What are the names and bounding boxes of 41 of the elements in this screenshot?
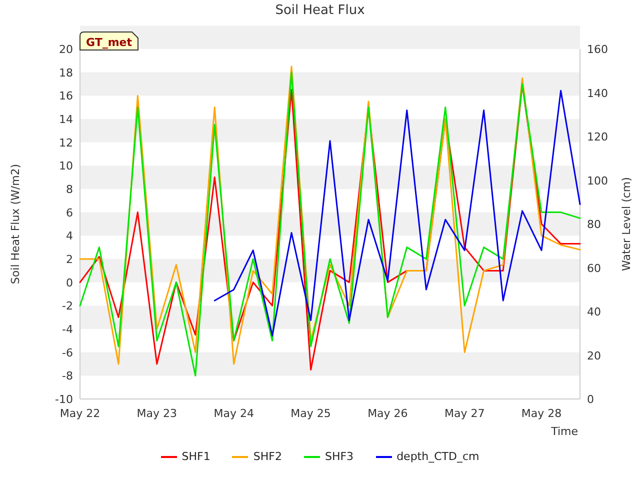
x-axis-label: Time bbox=[551, 425, 578, 438]
y2-tick-label: 140 bbox=[587, 86, 608, 100]
y-tick-label: -8 bbox=[62, 370, 73, 383]
y-tick-label: 6 bbox=[66, 206, 73, 220]
y2-tick-label: 100 bbox=[587, 174, 608, 188]
y2-tick-label: 40 bbox=[587, 306, 601, 318]
y-tick-label: 18 bbox=[59, 66, 73, 80]
y2-tick-label: 20 bbox=[587, 349, 601, 362]
y-tick-label: 8 bbox=[66, 183, 73, 196]
x-tick-label: May 28 bbox=[521, 407, 562, 420]
y-tick-label: -4 bbox=[62, 323, 73, 336]
y2-tick-label: 80 bbox=[587, 218, 601, 231]
y-tick-label: -2 bbox=[62, 300, 73, 313]
station-label: GT_met bbox=[80, 32, 138, 50]
y-tick-label: 2 bbox=[66, 253, 73, 266]
x-tick-label: May 25 bbox=[290, 407, 331, 420]
y2-tick-label: 60 bbox=[587, 262, 601, 275]
legend-label: SHF2 bbox=[253, 450, 282, 463]
y-tick-label: 0 bbox=[66, 276, 73, 290]
y2-axis-label: Water Level (cm) bbox=[620, 177, 633, 271]
y-tick-label: 16 bbox=[59, 90, 73, 103]
y-tick-label: 20 bbox=[59, 43, 73, 56]
y-tick-label: 10 bbox=[59, 160, 73, 173]
y-tick-label: 4 bbox=[66, 230, 73, 243]
x-tick-label: May 26 bbox=[368, 407, 408, 420]
legend-label: SHF3 bbox=[324, 450, 354, 463]
legend-label: SHF1 bbox=[182, 450, 210, 463]
y-tick-label: -6 bbox=[62, 346, 73, 360]
y-tick-label: 14 bbox=[59, 113, 73, 126]
x-tick-label: May 23 bbox=[136, 407, 178, 420]
y2-tick-label: 0 bbox=[587, 393, 594, 406]
chart-title: Soil Heat Flux bbox=[275, 2, 365, 20]
x-tick-label: May 22 bbox=[60, 407, 100, 420]
y2-tick-label: 160 bbox=[587, 43, 608, 56]
y-axis-label: Soil Heat Flux (W/m2) bbox=[9, 164, 22, 284]
y-tick-label: 12 bbox=[59, 136, 73, 150]
y-tick-label: -10 bbox=[55, 393, 73, 406]
x-tick-label: May 27 bbox=[444, 407, 485, 420]
y2-tick-label: 120 bbox=[587, 130, 608, 144]
legend-label: depth_CTD_cm bbox=[396, 450, 480, 463]
x-tick-label: May 24 bbox=[214, 407, 254, 420]
